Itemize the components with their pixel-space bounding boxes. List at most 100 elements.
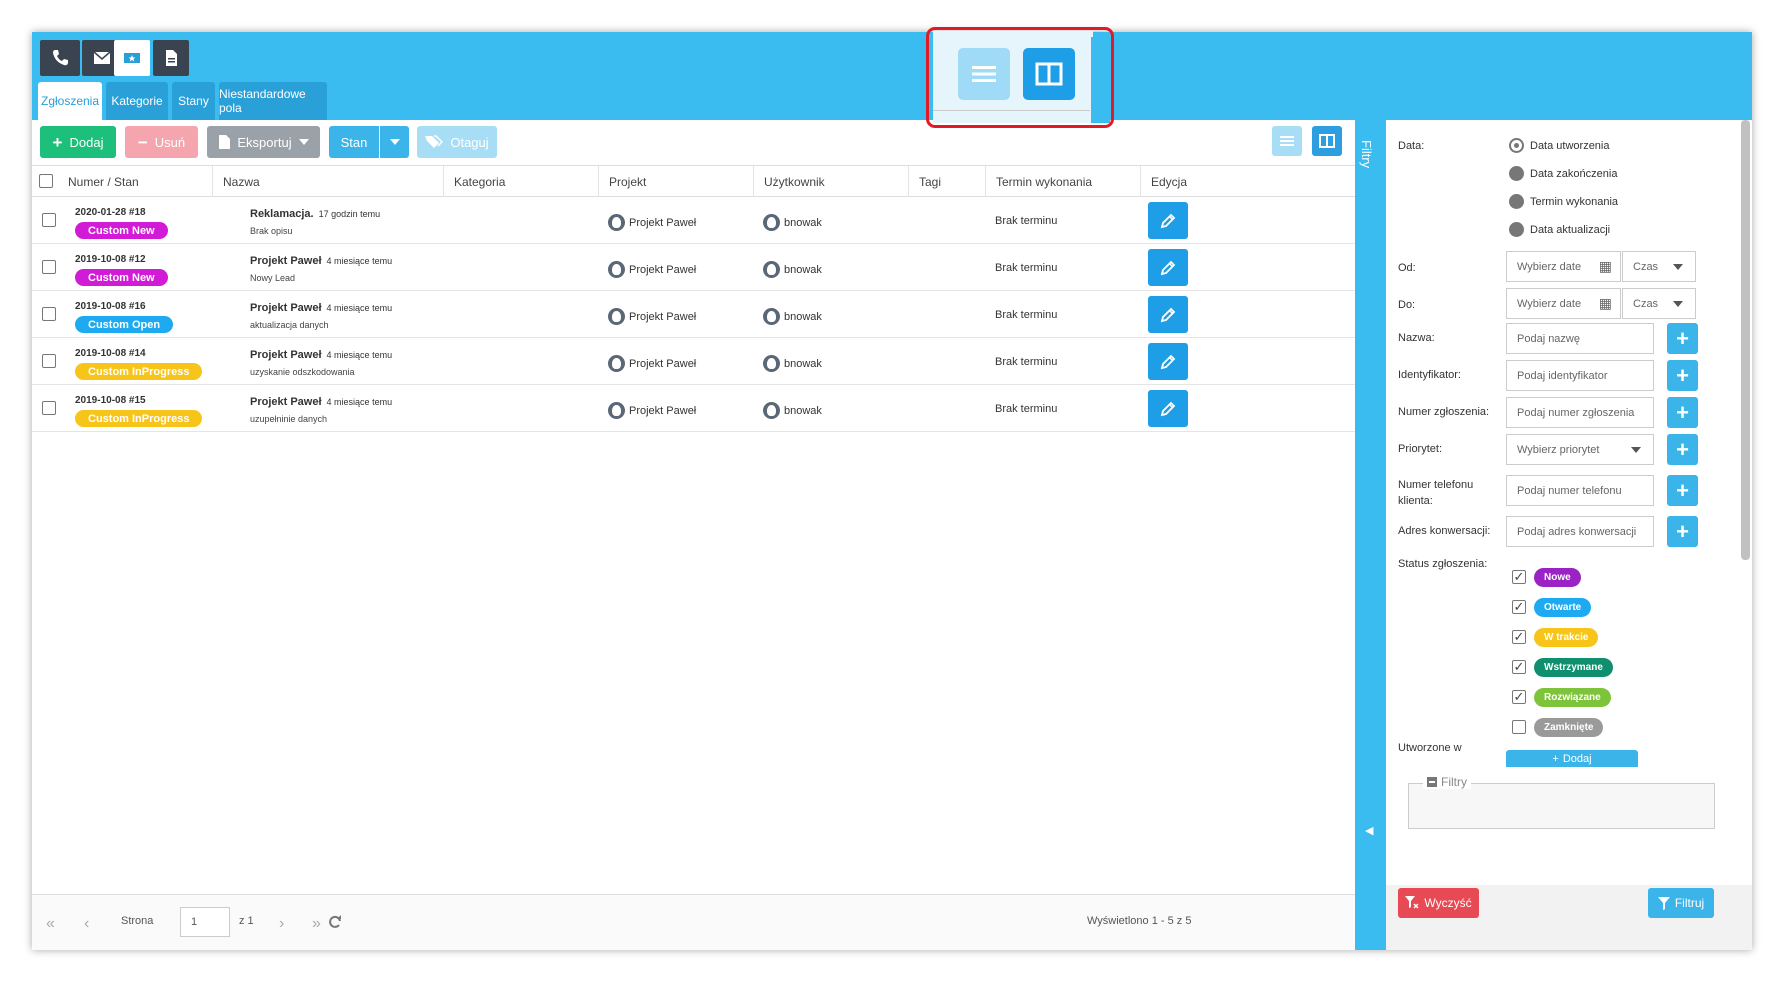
ticket-age: 4 miesiące temu	[326, 397, 393, 407]
table-row[interactable]: 2019-10-08 #12 Custom New Projekt Paweł 4…	[32, 244, 1355, 291]
status-pill: Wstrzymane	[1534, 658, 1613, 677]
col-projekt[interactable]: Projekt	[598, 166, 753, 197]
edit-button[interactable]	[1148, 202, 1188, 239]
tab-kategorie[interactable]: Kategorie	[106, 82, 168, 120]
chevron-down-icon	[1673, 301, 1683, 307]
ticket-title[interactable]: Projekt Paweł 4 miesiące temu	[250, 396, 392, 408]
add-name-button[interactable]: +	[1667, 323, 1698, 354]
select-all-checkbox[interactable]	[39, 174, 53, 188]
table-row[interactable]: 2020-01-28 #18 Custom New Reklamacja. 17 …	[32, 197, 1355, 244]
calendar-icon[interactable]: ▦	[1599, 258, 1612, 275]
ticket-title[interactable]: Projekt Paweł 4 miesiące temu	[250, 255, 392, 267]
check-icon: ✓	[1513, 689, 1525, 704]
first-page-icon[interactable]: «	[46, 915, 55, 933]
phone-icon[interactable]	[40, 40, 80, 76]
created-in-add-button[interactable]: + Dodaj	[1506, 750, 1638, 768]
prev-page-icon[interactable]: ‹	[84, 915, 89, 933]
col-termin[interactable]: Termin wykonania	[985, 166, 1140, 197]
tab-niestandardowe-pola[interactable]: Niestandardowe pola	[219, 82, 327, 120]
col-tagi[interactable]: Tagi	[908, 166, 985, 197]
name-input[interactable]: Podaj nazwę	[1506, 323, 1654, 354]
ticket-title[interactable]: Reklamacja. 17 godzin temu	[250, 208, 380, 220]
conv-label: Adres konwersacji:	[1398, 525, 1491, 537]
saved-filters-legend[interactable]: Filtry	[1423, 775, 1471, 789]
row-checkbox[interactable]	[42, 401, 56, 415]
row-checkbox[interactable]	[42, 354, 56, 368]
state-button[interactable]: Stan	[329, 126, 379, 158]
col-uzytkownik[interactable]: Użytkownik	[753, 166, 908, 197]
ticket-number: 2019-10-08 #15	[75, 395, 146, 406]
clear-filters-button[interactable]: Wyczyść	[1398, 888, 1479, 918]
add-priority-button[interactable]: +	[1667, 434, 1698, 465]
status-checkbox[interactable]: ✓	[1512, 660, 1526, 674]
status-checkbox[interactable]: ✓	[1512, 600, 1526, 614]
from-time-select[interactable]: Czas	[1622, 251, 1696, 282]
ticket-title[interactable]: Projekt Paweł 4 miesiące temu	[250, 349, 392, 361]
state-dropdown-toggle[interactable]	[380, 126, 409, 158]
add-number-button[interactable]: +	[1667, 397, 1698, 428]
ticket-icon[interactable]	[114, 40, 150, 76]
row-checkbox[interactable]	[42, 260, 56, 274]
number-input[interactable]: Podaj numer zgłoszenia	[1506, 397, 1654, 428]
calendar-icon[interactable]: ▦	[1599, 295, 1612, 312]
refresh-icon[interactable]	[328, 915, 342, 929]
priority-select[interactable]: Wybierz priorytet	[1506, 434, 1654, 465]
list-view-button[interactable]	[1272, 126, 1302, 156]
phone-input[interactable]: Podaj numer telefonu	[1506, 475, 1654, 506]
user-name: bnowak	[784, 357, 822, 370]
col-numer[interactable]: Numer / Stan	[58, 166, 212, 197]
edit-button[interactable]	[1148, 390, 1188, 427]
radio-data-zakonczenia[interactable]: Data zakończenia	[1509, 166, 1617, 181]
chevron-down-icon	[1673, 264, 1683, 270]
status-checkbox[interactable]: ✓	[1512, 630, 1526, 644]
avatar	[763, 214, 780, 231]
delete-button[interactable]: − Usuń	[125, 126, 198, 158]
split-view-button[interactable]	[1312, 126, 1342, 156]
collapse-arrow-icon[interactable]: ◀	[1365, 824, 1373, 837]
edit-button[interactable]	[1148, 249, 1188, 286]
radio-data-utworzenia[interactable]: Data utworzenia	[1509, 138, 1610, 153]
edit-button[interactable]	[1148, 296, 1188, 333]
user-cell: bnowak	[763, 214, 822, 231]
radio-termin-wykonania[interactable]: Termin wykonania	[1509, 194, 1618, 209]
table-row[interactable]: 2019-10-08 #16 Custom Open Projekt Paweł…	[32, 291, 1355, 338]
tab-zgloszenia[interactable]: Zgłoszenia	[38, 82, 102, 120]
document-icon[interactable]	[153, 40, 189, 76]
page-input[interactable]: 1	[180, 907, 230, 937]
status-checkbox[interactable]	[1512, 720, 1526, 734]
row-checkbox[interactable]	[42, 213, 56, 227]
collapse-icon[interactable]	[1427, 777, 1437, 787]
from-date-input[interactable]: Wybierz date ▦	[1506, 251, 1621, 282]
tags-icon	[425, 135, 444, 148]
add-phone-button[interactable]: +	[1667, 475, 1698, 506]
apply-filters-button[interactable]: Filtruj	[1648, 888, 1714, 918]
next-page-icon[interactable]: ›	[279, 915, 284, 933]
delete-button-label: Usuń	[154, 134, 186, 150]
ticket-title[interactable]: Projekt Paweł 4 miesiące temu	[250, 302, 392, 314]
user-cell: bnowak	[763, 355, 822, 372]
to-time-select[interactable]: Czas	[1622, 288, 1696, 319]
to-date-input[interactable]: Wybierz date ▦	[1506, 288, 1621, 319]
tab-stany[interactable]: Stany	[172, 82, 215, 120]
add-id-button[interactable]: +	[1667, 360, 1698, 391]
status-checkbox[interactable]: ✓	[1512, 570, 1526, 584]
col-kategoria[interactable]: Kategoria	[443, 166, 598, 197]
id-input[interactable]: Podaj identyfikator	[1506, 360, 1654, 391]
panel-scrollbar[interactable]	[1741, 120, 1750, 560]
filters-strip[interactable]: Filtry ◀	[1355, 120, 1386, 950]
status-checkbox[interactable]: ✓	[1512, 690, 1526, 704]
table-row[interactable]: 2019-10-08 #14 Custom InProgress Projekt…	[32, 338, 1355, 385]
tag-button[interactable]: Otaguj	[417, 126, 497, 158]
last-page-icon[interactable]: »	[312, 915, 321, 933]
conv-input[interactable]: Podaj adres konwersacji	[1506, 516, 1654, 547]
radio-data-aktualizacji[interactable]: Data aktualizacji	[1509, 222, 1610, 237]
row-checkbox[interactable]	[42, 307, 56, 321]
add-button[interactable]: + Dodaj	[40, 126, 116, 158]
export-button[interactable]: Eksportuj	[207, 126, 320, 158]
edit-button[interactable]	[1148, 343, 1188, 380]
add-conv-button[interactable]: +	[1667, 516, 1698, 547]
ticket-title-text: Projekt Paweł	[250, 349, 322, 361]
table-row[interactable]: 2019-10-08 #15 Custom InProgress Projekt…	[32, 385, 1355, 432]
file-icon	[219, 135, 231, 149]
col-nazwa[interactable]: Nazwa	[212, 166, 443, 197]
